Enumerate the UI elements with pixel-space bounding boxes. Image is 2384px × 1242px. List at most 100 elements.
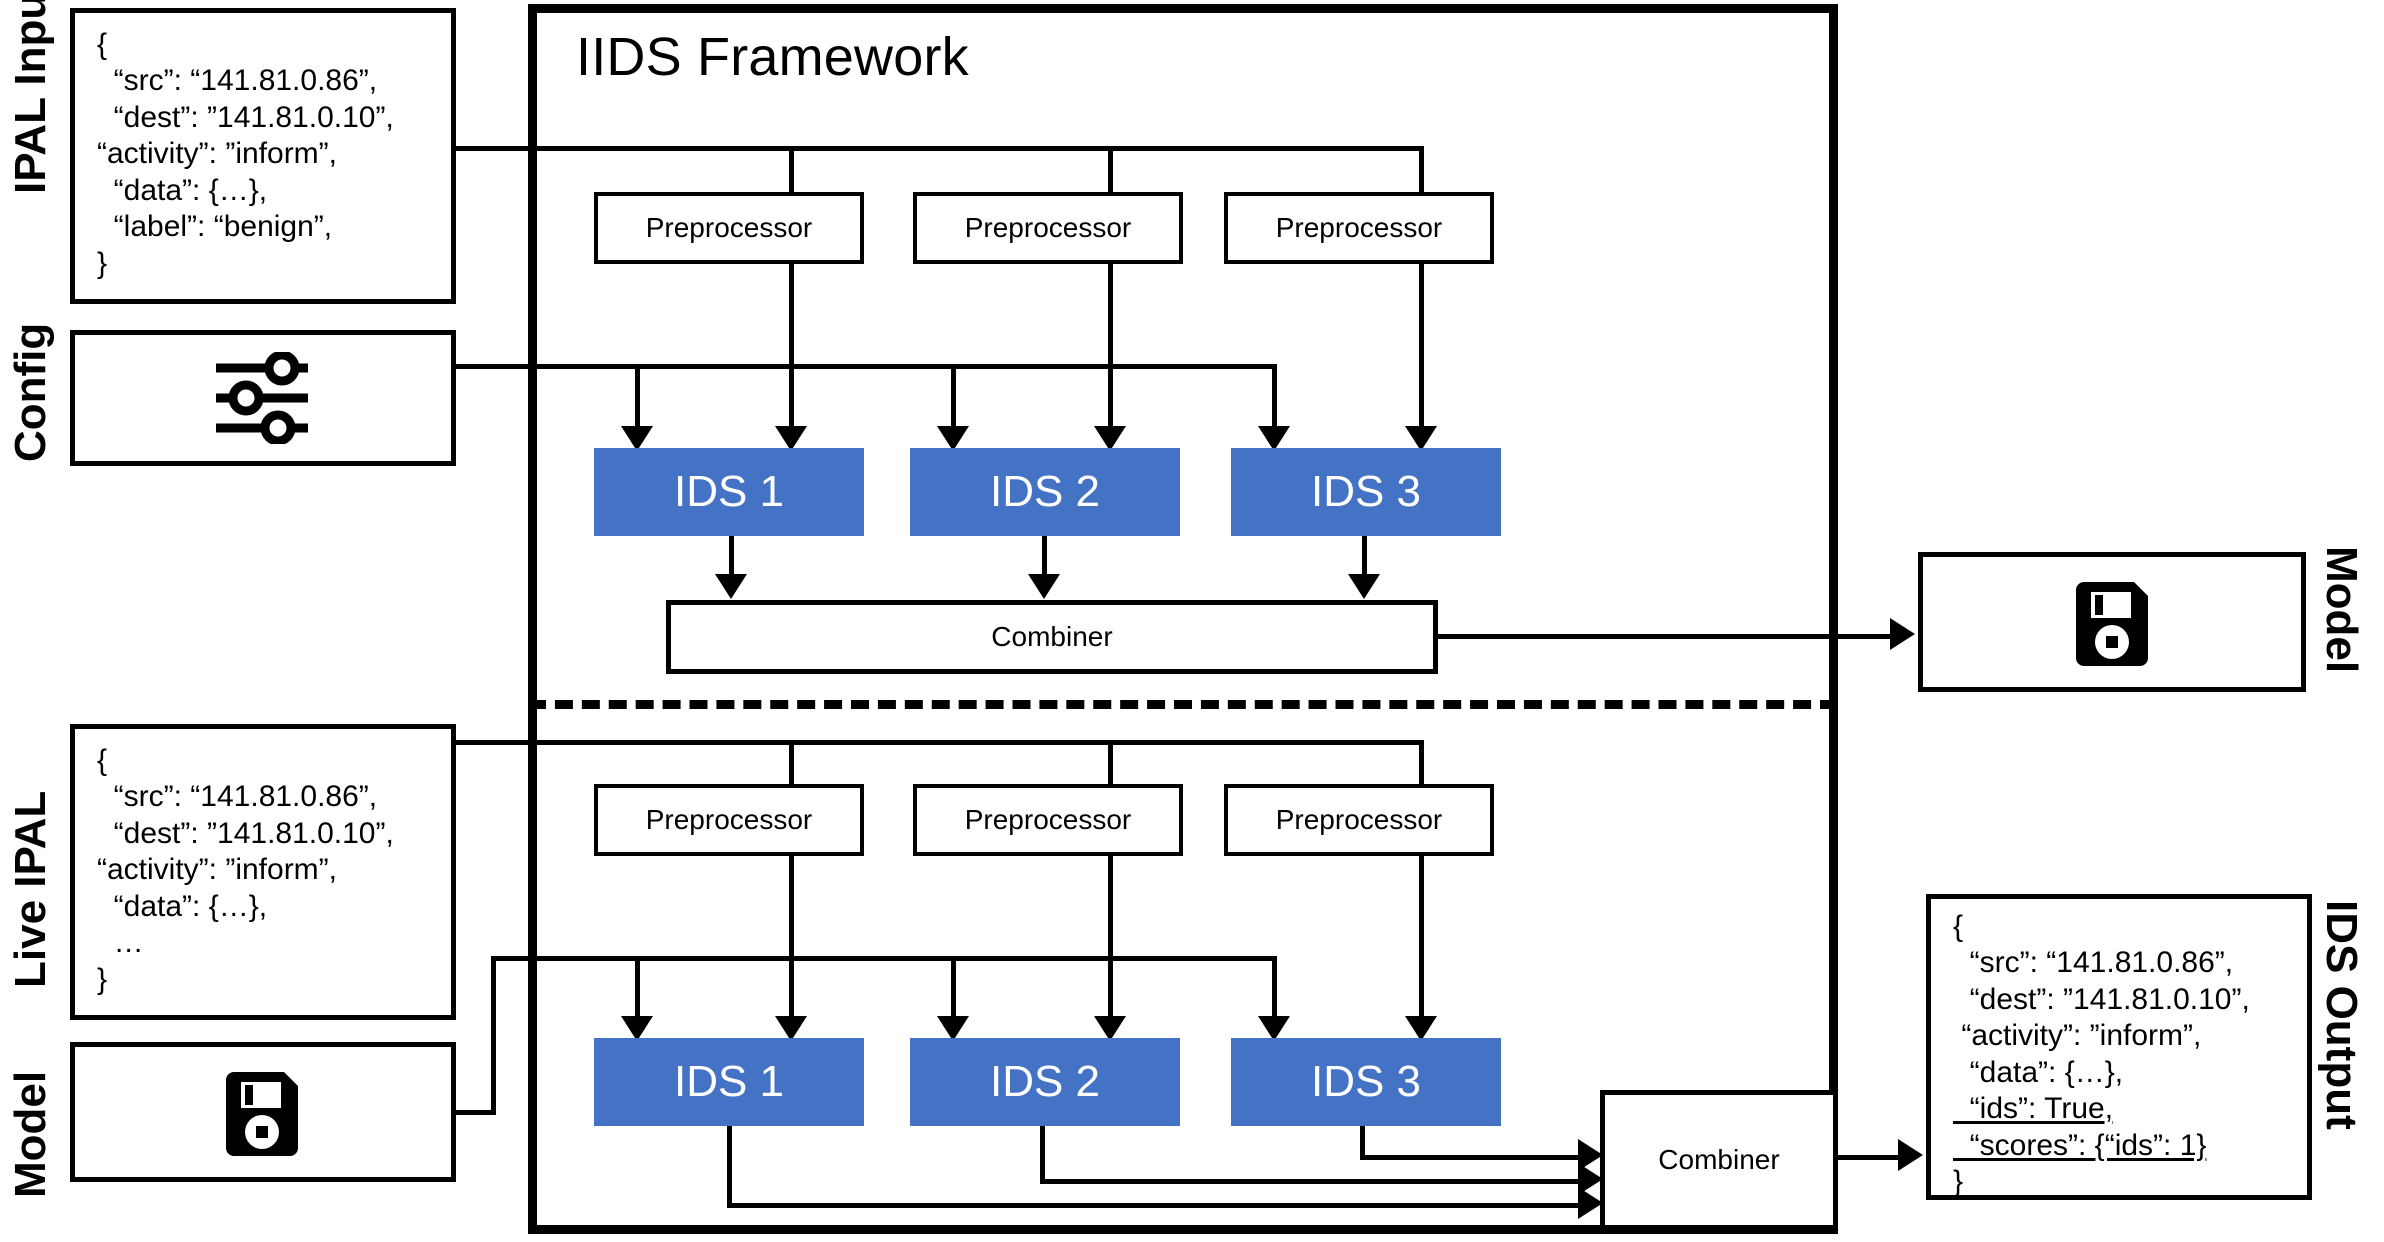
preprocessor-1-output [789, 264, 794, 432]
json-line: “data”: {…}, [97, 173, 268, 207]
arrow-ids-2-to-combiner [1028, 574, 1060, 599]
config-to-ids-1-drop [635, 364, 640, 432]
diagram-canvas: IIDS Framework IPAL Input Config Live IP… [0, 0, 2384, 1242]
json-line: “scores”: {“ids”: 1} [1953, 1128, 2207, 1162]
label-live-ipal: Live IPAL [6, 790, 55, 988]
combiner-box-live: Combiner [1600, 1090, 1838, 1230]
arrow-combiner-to-ids-output [1898, 1139, 1923, 1171]
ipal-to-preprocessor-3-drop [1419, 146, 1424, 192]
model-to-ids-1-drop [635, 956, 640, 1022]
ids-label: IDS 2 [989, 1057, 1101, 1106]
preprocessor-label: Preprocessor [645, 804, 813, 835]
ipal-to-preprocessor-1-drop [789, 146, 794, 192]
config-bus [456, 364, 1277, 369]
ids-5-down [1040, 1126, 1045, 1184]
preprocessor-box-3: Preprocessor [1224, 192, 1494, 264]
json-line: “label”: “benign”, [97, 210, 333, 244]
combiner-to-ids-output-line [1838, 1155, 1900, 1160]
preprocessor-5-output [1108, 856, 1113, 1022]
preprocessor-label: Preprocessor [964, 212, 1132, 243]
preprocessor-label: Preprocessor [1275, 804, 1443, 835]
json-line: { [97, 744, 108, 777]
ids-output-box: { “src”: “141.81.0.86”, “dest”: ”141.81.… [1926, 894, 2312, 1200]
json-line: “src”: “141.81.0.86”, [97, 780, 378, 814]
ids-label: IDS 1 [673, 1057, 785, 1106]
preprocessor-box-2: Preprocessor [913, 192, 1183, 264]
config-to-ids-3-drop [1272, 364, 1277, 432]
ids-box-1: IDS 1 [594, 448, 864, 536]
model-bus [491, 956, 1277, 961]
label-config: Config [6, 322, 55, 462]
preprocessor-4-output [789, 856, 794, 1022]
ipal-input-box: { “src”: “141.81.0.86”, “dest”: ”141.81.… [70, 8, 456, 304]
ids-label: IDS 3 [1310, 467, 1422, 516]
preprocessor-box-5: Preprocessor [913, 784, 1183, 856]
live-ipal-to-preprocessor-1-drop [789, 740, 794, 784]
arrow-ids-1-to-combiner [715, 574, 747, 599]
live-ipal-bus [456, 740, 1424, 745]
json-line: “data”: {…}, [1953, 1055, 2124, 1089]
stage-divider-dashed [528, 700, 1838, 709]
preprocessor-label: Preprocessor [964, 804, 1132, 835]
preprocessor-label: Preprocessor [1275, 212, 1443, 243]
model-to-ids-3-drop [1272, 956, 1277, 1022]
arrow-ids-3-to-combiner [1348, 574, 1380, 599]
preprocessor-3-output [1419, 264, 1424, 432]
json-line: “src”: “141.81.0.86”, [1953, 946, 2234, 980]
label-ipal-input: IPAL Input [6, 0, 55, 194]
json-line: … [97, 926, 144, 960]
preprocessor-box-4: Preprocessor [594, 784, 864, 856]
model-output-stub [456, 1110, 496, 1115]
framework-title: IIDS Framework [576, 27, 969, 87]
live-ipal-to-preprocessor-2-drop [1108, 740, 1113, 784]
config-to-ids-2-drop [951, 364, 956, 432]
ids-box-5: IDS 2 [910, 1038, 1180, 1126]
live-ipal-box: { “src”: “141.81.0.86”, “dest”: ”141.81.… [70, 724, 456, 1020]
ids-box-3: IDS 3 [1231, 448, 1501, 536]
combiner-label: Combiner [1658, 1144, 1780, 1175]
ids-4-to-combiner-run [727, 1203, 1578, 1208]
json-line: “src”: “141.81.0.86”, [97, 64, 378, 98]
floppy-disk-save-icon [216, 1068, 308, 1160]
preprocessor-box-1: Preprocessor [594, 192, 864, 264]
ids-label: IDS 1 [673, 467, 785, 516]
json-line: “dest”: ”141.81.0.10”, [97, 100, 394, 134]
json-line: “dest”: ”141.81.0.10”, [1953, 982, 2250, 1016]
ids-4-down [727, 1126, 732, 1208]
json-line: “activity”: ”inform”, [97, 853, 337, 887]
ids-box-6: IDS 3 [1231, 1038, 1501, 1126]
json-line: } [97, 246, 108, 280]
json-line: “data”: {…}, [97, 889, 268, 923]
ids-6-to-combiner-run [1360, 1155, 1578, 1160]
sliders-icon [212, 352, 312, 444]
arrow-combiner-to-model [1890, 618, 1915, 650]
json-line: “activity”: ”inform”, [97, 137, 337, 171]
model-to-ids-2-drop [951, 956, 956, 1022]
ids-label: IDS 2 [989, 467, 1101, 516]
label-model-right: Model [2317, 546, 2366, 674]
combiner-to-model-line [1438, 634, 1890, 639]
ipal-input-bus [456, 146, 1424, 151]
json-line: “dest”: ”141.81.0.10”, [97, 816, 394, 850]
combiner-label: Combiner [991, 621, 1113, 652]
ids-box-4: IDS 1 [594, 1038, 864, 1126]
json-line: “activity”: ”inform”, [1953, 1019, 2202, 1053]
preprocessor-2-output [1108, 264, 1113, 432]
combiner-box-training: Combiner [666, 600, 1438, 674]
ids-box-2: IDS 2 [910, 448, 1180, 536]
label-ids-output: IDS Output [2317, 900, 2366, 1130]
json-line: { [97, 28, 108, 61]
floppy-disk-save-icon [2066, 578, 2158, 670]
ids-label: IDS 3 [1310, 1057, 1422, 1106]
preprocessor-6-output [1419, 856, 1424, 1022]
model-riser [491, 956, 496, 1115]
live-ipal-to-preprocessor-3-drop [1419, 740, 1424, 784]
ipal-to-preprocessor-2-drop [1108, 146, 1113, 192]
json-line: “ids”: True, [1953, 1092, 2114, 1126]
preprocessor-box-6: Preprocessor [1224, 784, 1494, 856]
json-line: { [1953, 910, 1964, 943]
ids-5-to-combiner-run [1040, 1179, 1578, 1184]
preprocessor-label: Preprocessor [645, 212, 813, 243]
label-model-left: Model [6, 1070, 55, 1198]
json-line: } [1953, 1165, 1964, 1199]
